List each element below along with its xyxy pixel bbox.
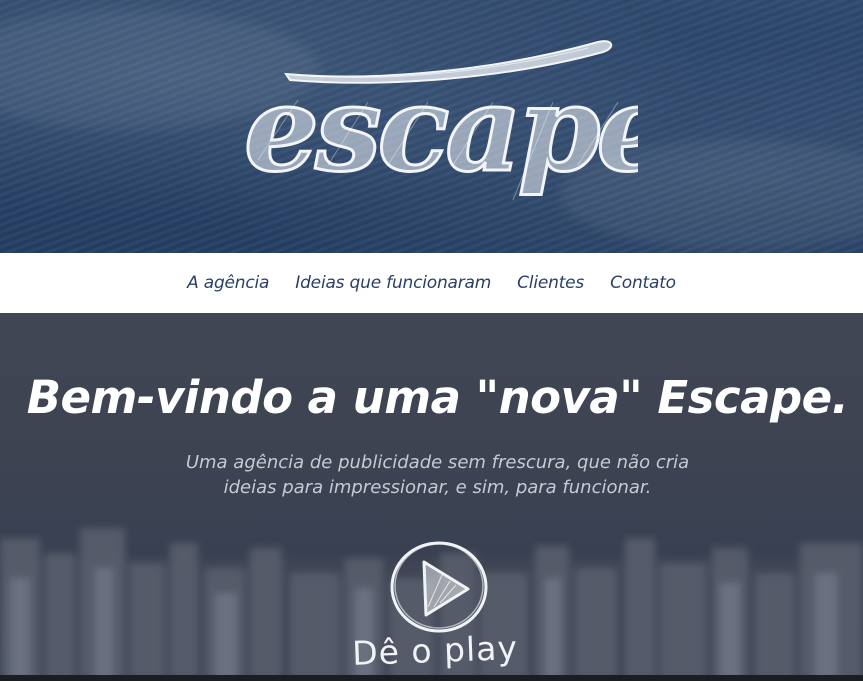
hero-subtitle: Uma agência de publicidade sem frescura,… <box>0 450 863 500</box>
escape-logo[interactable]: escape escape <box>238 30 638 215</box>
nav-item-agencia[interactable]: A agência <box>187 273 269 293</box>
hero-title: Bem-vindo a uma "nova" Escape. <box>26 371 849 424</box>
bottom-edge <box>0 675 863 681</box>
nav-item-clientes[interactable]: Clientes <box>517 273 584 293</box>
hero-subtitle-line2: ideias para impressionar, e sim, para fu… <box>223 477 652 498</box>
logo-text-outline: escape <box>244 59 638 198</box>
nav-item-ideias[interactable]: Ideias que funcionaram <box>295 273 491 293</box>
site-header: escape escape <box>0 0 863 253</box>
play-label[interactable]: Dê o play <box>339 628 530 674</box>
page: escape escape A agência Ideias que funci… <box>0 0 863 681</box>
main-nav: A agência Ideias que funcionaram Cliente… <box>0 253 863 313</box>
hero-subtitle-line1: Uma agência de publicidade sem frescura,… <box>185 452 690 473</box>
nav-item-contato[interactable]: Contato <box>610 273 676 293</box>
play-circle-icon[interactable] <box>384 537 494 637</box>
hero-section: Bem-vindo a uma "nova" Escape. Uma agênc… <box>0 313 863 681</box>
